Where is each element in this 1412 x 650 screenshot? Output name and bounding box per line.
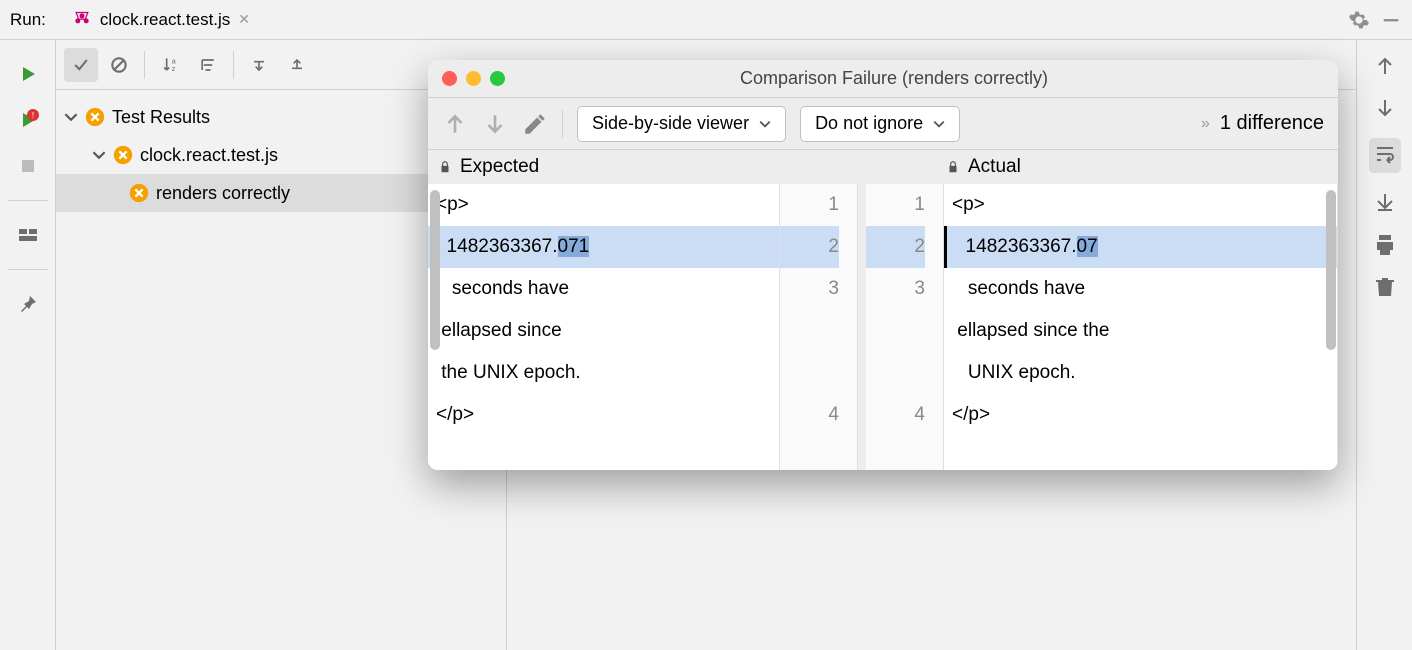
svg-text:!: ! <box>31 111 33 120</box>
tab-label: clock.react.test.js <box>100 10 230 30</box>
expand-all-icon[interactable] <box>191 48 225 82</box>
jest-icon <box>72 10 92 30</box>
chevron-down-icon <box>92 148 106 162</box>
diff-line: </p> <box>944 394 1337 436</box>
arrow-down-icon[interactable] <box>1373 96 1397 120</box>
diff-line: 1482363367.07 <box>944 226 1337 268</box>
tree-root-label: Test Results <box>112 107 210 128</box>
gear-icon[interactable] <box>1348 9 1370 31</box>
run-label: Run: <box>10 10 52 30</box>
diff-line: 1482363367.071 <box>428 226 779 268</box>
expected-header: Expected <box>460 156 539 178</box>
fail-icon <box>128 182 150 204</box>
chevron-down-icon <box>933 118 945 130</box>
traffic-minimize[interactable] <box>466 71 481 86</box>
pin-icon[interactable] <box>16 292 40 316</box>
minimize-icon[interactable] <box>1380 9 1402 31</box>
more-icon[interactable]: » <box>1201 115 1210 133</box>
diff-line: seconds have ellapsed since the UNIX epo… <box>944 268 1337 394</box>
prev-diff-icon[interactable] <box>442 111 468 137</box>
svg-text:z: z <box>172 63 176 72</box>
diff-line: <p> <box>428 184 779 226</box>
show-ignored-icon[interactable] <box>102 48 136 82</box>
line-numbers-left: 1 2 3 4 <box>780 184 858 470</box>
run-icon[interactable] <box>16 62 40 86</box>
popup-title: Comparison Failure (renders correctly) <box>514 68 1324 89</box>
diff-body: <p> 1482363367.071 seconds have ellapsed… <box>428 184 1338 470</box>
expand-icon[interactable] <box>280 48 314 82</box>
traffic-zoom[interactable] <box>490 71 505 86</box>
show-passed-icon[interactable] <box>64 48 98 82</box>
lock-icon <box>946 160 960 174</box>
collapse-icon[interactable] <box>242 48 276 82</box>
run-tab[interactable]: clock.react.test.js ✕ <box>62 6 260 34</box>
scrollbar-thumb[interactable] <box>1326 190 1336 350</box>
print-icon[interactable] <box>1373 233 1397 257</box>
fail-icon <box>112 144 134 166</box>
sort-icon[interactable]: az <box>153 48 187 82</box>
ignore-mode-dropdown[interactable]: Do not ignore <box>800 106 960 142</box>
close-icon[interactable]: ✕ <box>238 11 250 28</box>
edit-icon[interactable] <box>522 111 548 137</box>
stop-icon[interactable] <box>16 154 40 178</box>
tree-test-label: renders correctly <box>156 183 290 204</box>
popup-titlebar: Comparison Failure (renders correctly) <box>428 60 1338 98</box>
ignore-mode-label: Do not ignore <box>815 113 923 134</box>
fail-icon <box>84 106 106 128</box>
actual-header: Actual <box>968 156 1021 178</box>
right-gutter <box>1356 40 1412 650</box>
diff-line: <p> <box>944 184 1337 226</box>
traffic-close[interactable] <box>442 71 457 86</box>
lock-icon <box>438 160 452 174</box>
diff-count: » 1 difference <box>1201 112 1324 135</box>
actual-column: <p> 1482363367.07 seconds have ellapsed … <box>944 184 1338 470</box>
expected-column: <p> 1482363367.071 seconds have ellapsed… <box>428 184 780 470</box>
viewer-mode-label: Side-by-side viewer <box>592 113 749 134</box>
scrollbar-thumb[interactable] <box>430 190 440 350</box>
popup-toolbar: Side-by-side viewer Do not ignore » 1 di… <box>428 98 1338 150</box>
layout-icon[interactable] <box>16 223 40 247</box>
popup-headers: Expected Actual <box>428 150 1338 184</box>
tree-file-label: clock.react.test.js <box>140 145 278 166</box>
arrow-up-icon[interactable] <box>1373 54 1397 78</box>
rerun-failed-icon[interactable]: ! <box>16 108 40 132</box>
chevron-down-icon <box>759 118 771 130</box>
trash-icon[interactable] <box>1373 275 1397 299</box>
next-diff-icon[interactable] <box>482 111 508 137</box>
diff-line: seconds have ellapsed since the UNIX epo… <box>428 268 779 394</box>
scroll-to-end-icon[interactable] <box>1373 191 1397 215</box>
comparison-popup: Comparison Failure (renders correctly) S… <box>428 60 1338 470</box>
chevron-down-icon <box>64 110 78 124</box>
diff-line: </p> <box>428 394 779 436</box>
viewer-mode-dropdown[interactable]: Side-by-side viewer <box>577 106 786 142</box>
left-gutter: ! <box>0 40 56 650</box>
line-numbers-right: 1 2 3 4 <box>866 184 944 470</box>
top-bar: Run: clock.react.test.js ✕ <box>0 0 1412 40</box>
soft-wrap-icon[interactable] <box>1373 142 1397 166</box>
